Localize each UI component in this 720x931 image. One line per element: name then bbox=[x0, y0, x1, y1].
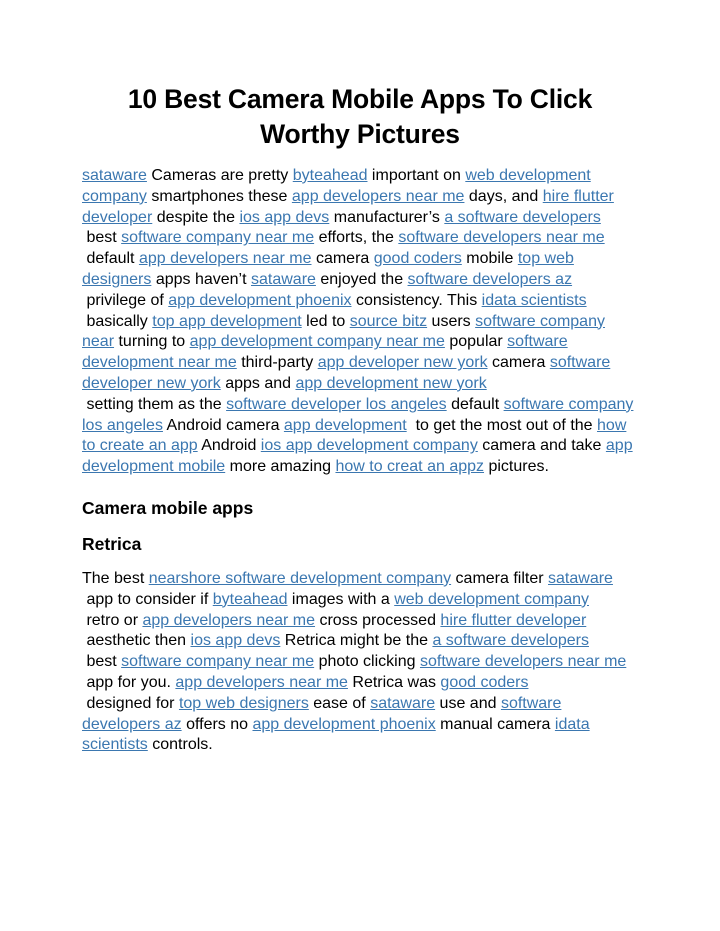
inline-link[interactable]: app development company near me bbox=[190, 333, 445, 350]
inline-link[interactable]: app development new york bbox=[295, 375, 486, 392]
inline-text: photo clicking bbox=[314, 653, 420, 671]
inline-link[interactable]: sataware bbox=[370, 695, 435, 712]
inline-link[interactable]: sataware bbox=[251, 271, 316, 288]
inline-link[interactable]: software company near me bbox=[121, 653, 314, 670]
inline-text: camera filter bbox=[451, 569, 549, 587]
page-title: 10 Best Camera Mobile Apps To Click Wort… bbox=[127, 84, 593, 149]
inline-link[interactable]: software developer los angeles bbox=[226, 396, 447, 413]
inline-link[interactable]: app developers near me bbox=[142, 612, 315, 629]
inline-text: images with a bbox=[287, 590, 395, 608]
inline-text: best bbox=[82, 653, 122, 671]
retrica-paragraph: The best nearshore software development … bbox=[82, 569, 638, 756]
inline-link[interactable]: good coders bbox=[440, 674, 528, 691]
inline-text: consistency. This bbox=[351, 291, 482, 309]
heading-spacer-2 bbox=[82, 555, 638, 569]
inline-text: enjoyed the bbox=[315, 270, 408, 288]
inline-text: important on bbox=[367, 167, 466, 184]
inline-link[interactable]: sataware bbox=[548, 570, 613, 587]
inline-text: The best bbox=[82, 569, 149, 587]
inline-text: efforts, the bbox=[314, 229, 399, 247]
inline-text: best bbox=[82, 229, 122, 247]
inline-link[interactable]: hire flutter developer bbox=[440, 612, 586, 629]
inline-text: popular bbox=[444, 333, 508, 351]
inline-link[interactable]: nearshore software development company bbox=[149, 570, 451, 587]
inline-text: camera bbox=[487, 354, 550, 372]
inline-text: days, and bbox=[464, 187, 543, 205]
inline-text: Retrica might be the bbox=[280, 632, 433, 650]
inline-text: offers no bbox=[181, 715, 253, 733]
inline-link[interactable]: top app development bbox=[152, 313, 301, 330]
inline-text: turning to bbox=[114, 333, 190, 351]
inline-text: privilege of bbox=[82, 291, 169, 309]
inline-text: apps haven’t bbox=[151, 270, 251, 288]
inline-text: manual camera bbox=[435, 715, 555, 733]
heading-spacer-1 bbox=[82, 519, 638, 533]
inline-text: default bbox=[82, 250, 139, 268]
inline-text: camera bbox=[311, 250, 374, 268]
inline-link[interactable]: sataware bbox=[82, 167, 147, 184]
inline-text: third-party bbox=[236, 354, 318, 372]
inline-text: use and bbox=[435, 694, 501, 712]
inline-text: more amazing bbox=[225, 458, 336, 476]
inline-text: setting them as the bbox=[82, 395, 227, 413]
heading-retrica: Retrica bbox=[82, 533, 142, 554]
inline-text: controls. bbox=[147, 736, 213, 754]
document-content: 10 Best Camera Mobile Apps To Click Wort… bbox=[82, 82, 638, 756]
inline-text: Android bbox=[197, 437, 261, 455]
inline-link[interactable]: software developers near me bbox=[420, 653, 626, 670]
inline-link[interactable]: a software developers bbox=[444, 209, 601, 226]
inline-text: Android camera bbox=[162, 416, 284, 434]
document-page: 10 Best Camera Mobile Apps To Click Wort… bbox=[0, 0, 720, 931]
heading-camera-mobile-apps: Camera mobile apps bbox=[82, 497, 254, 518]
inline-text: pictures. bbox=[484, 458, 549, 476]
inline-text: cross processed bbox=[315, 611, 441, 629]
inline-link[interactable]: a software developers bbox=[432, 632, 589, 649]
inline-text: Retrica was bbox=[347, 673, 441, 691]
inline-text: camera and take bbox=[477, 437, 606, 455]
inline-link[interactable]: ios app devs bbox=[239, 209, 329, 226]
inline-text: despite the bbox=[152, 208, 240, 226]
inline-text: to get the most out of the bbox=[406, 416, 598, 434]
inline-link[interactable]: software company near me bbox=[121, 229, 314, 246]
inline-text: basically bbox=[82, 312, 153, 330]
inline-text: aesthetic then bbox=[82, 632, 191, 650]
inline-link[interactable]: software developers az bbox=[408, 271, 573, 288]
inline-text: users bbox=[427, 312, 476, 330]
inline-text: Cameras are pretty bbox=[146, 167, 293, 184]
inline-link[interactable]: byteahead bbox=[293, 167, 368, 184]
inline-text: app for you. bbox=[82, 673, 176, 691]
inline-text: apps and bbox=[220, 374, 296, 392]
inline-link[interactable]: web development company bbox=[394, 591, 589, 608]
inline-link[interactable]: app developers near me bbox=[175, 674, 348, 691]
inline-text: ease of bbox=[308, 694, 371, 712]
inline-text: manufacturer’s bbox=[329, 208, 445, 226]
inline-link[interactable]: idata scientists bbox=[482, 292, 587, 309]
inline-text: app to consider if bbox=[82, 590, 213, 608]
inline-link[interactable]: software developers near me bbox=[398, 229, 604, 246]
inline-text: designed for bbox=[82, 694, 179, 712]
inline-link[interactable]: app development phoenix bbox=[252, 716, 435, 733]
inline-link[interactable]: good coders bbox=[374, 250, 462, 267]
inline-link[interactable]: ios app development company bbox=[261, 437, 478, 454]
inline-link[interactable]: app developers near me bbox=[292, 188, 465, 205]
inline-text: smartphones these bbox=[146, 187, 292, 205]
inline-link[interactable]: ios app devs bbox=[191, 632, 281, 649]
inline-text: default bbox=[446, 395, 504, 413]
inline-link[interactable]: app development phoenix bbox=[168, 292, 351, 309]
inline-link[interactable]: app development bbox=[284, 417, 407, 434]
inline-link[interactable]: how to creat an appz bbox=[335, 458, 484, 475]
inline-text: mobile bbox=[461, 250, 518, 268]
inline-link[interactable]: app developer new york bbox=[318, 354, 488, 371]
inline-link[interactable]: app developers near me bbox=[139, 250, 312, 267]
inline-link[interactable]: source bitz bbox=[350, 313, 427, 330]
inline-link[interactable]: byteahead bbox=[213, 591, 288, 608]
inline-text: led to bbox=[301, 312, 350, 330]
inline-link[interactable]: top web designers bbox=[179, 695, 309, 712]
inline-text: retro or bbox=[82, 611, 143, 629]
intro-paragraph: sataware Cameras are pretty byteahead im… bbox=[82, 166, 638, 478]
